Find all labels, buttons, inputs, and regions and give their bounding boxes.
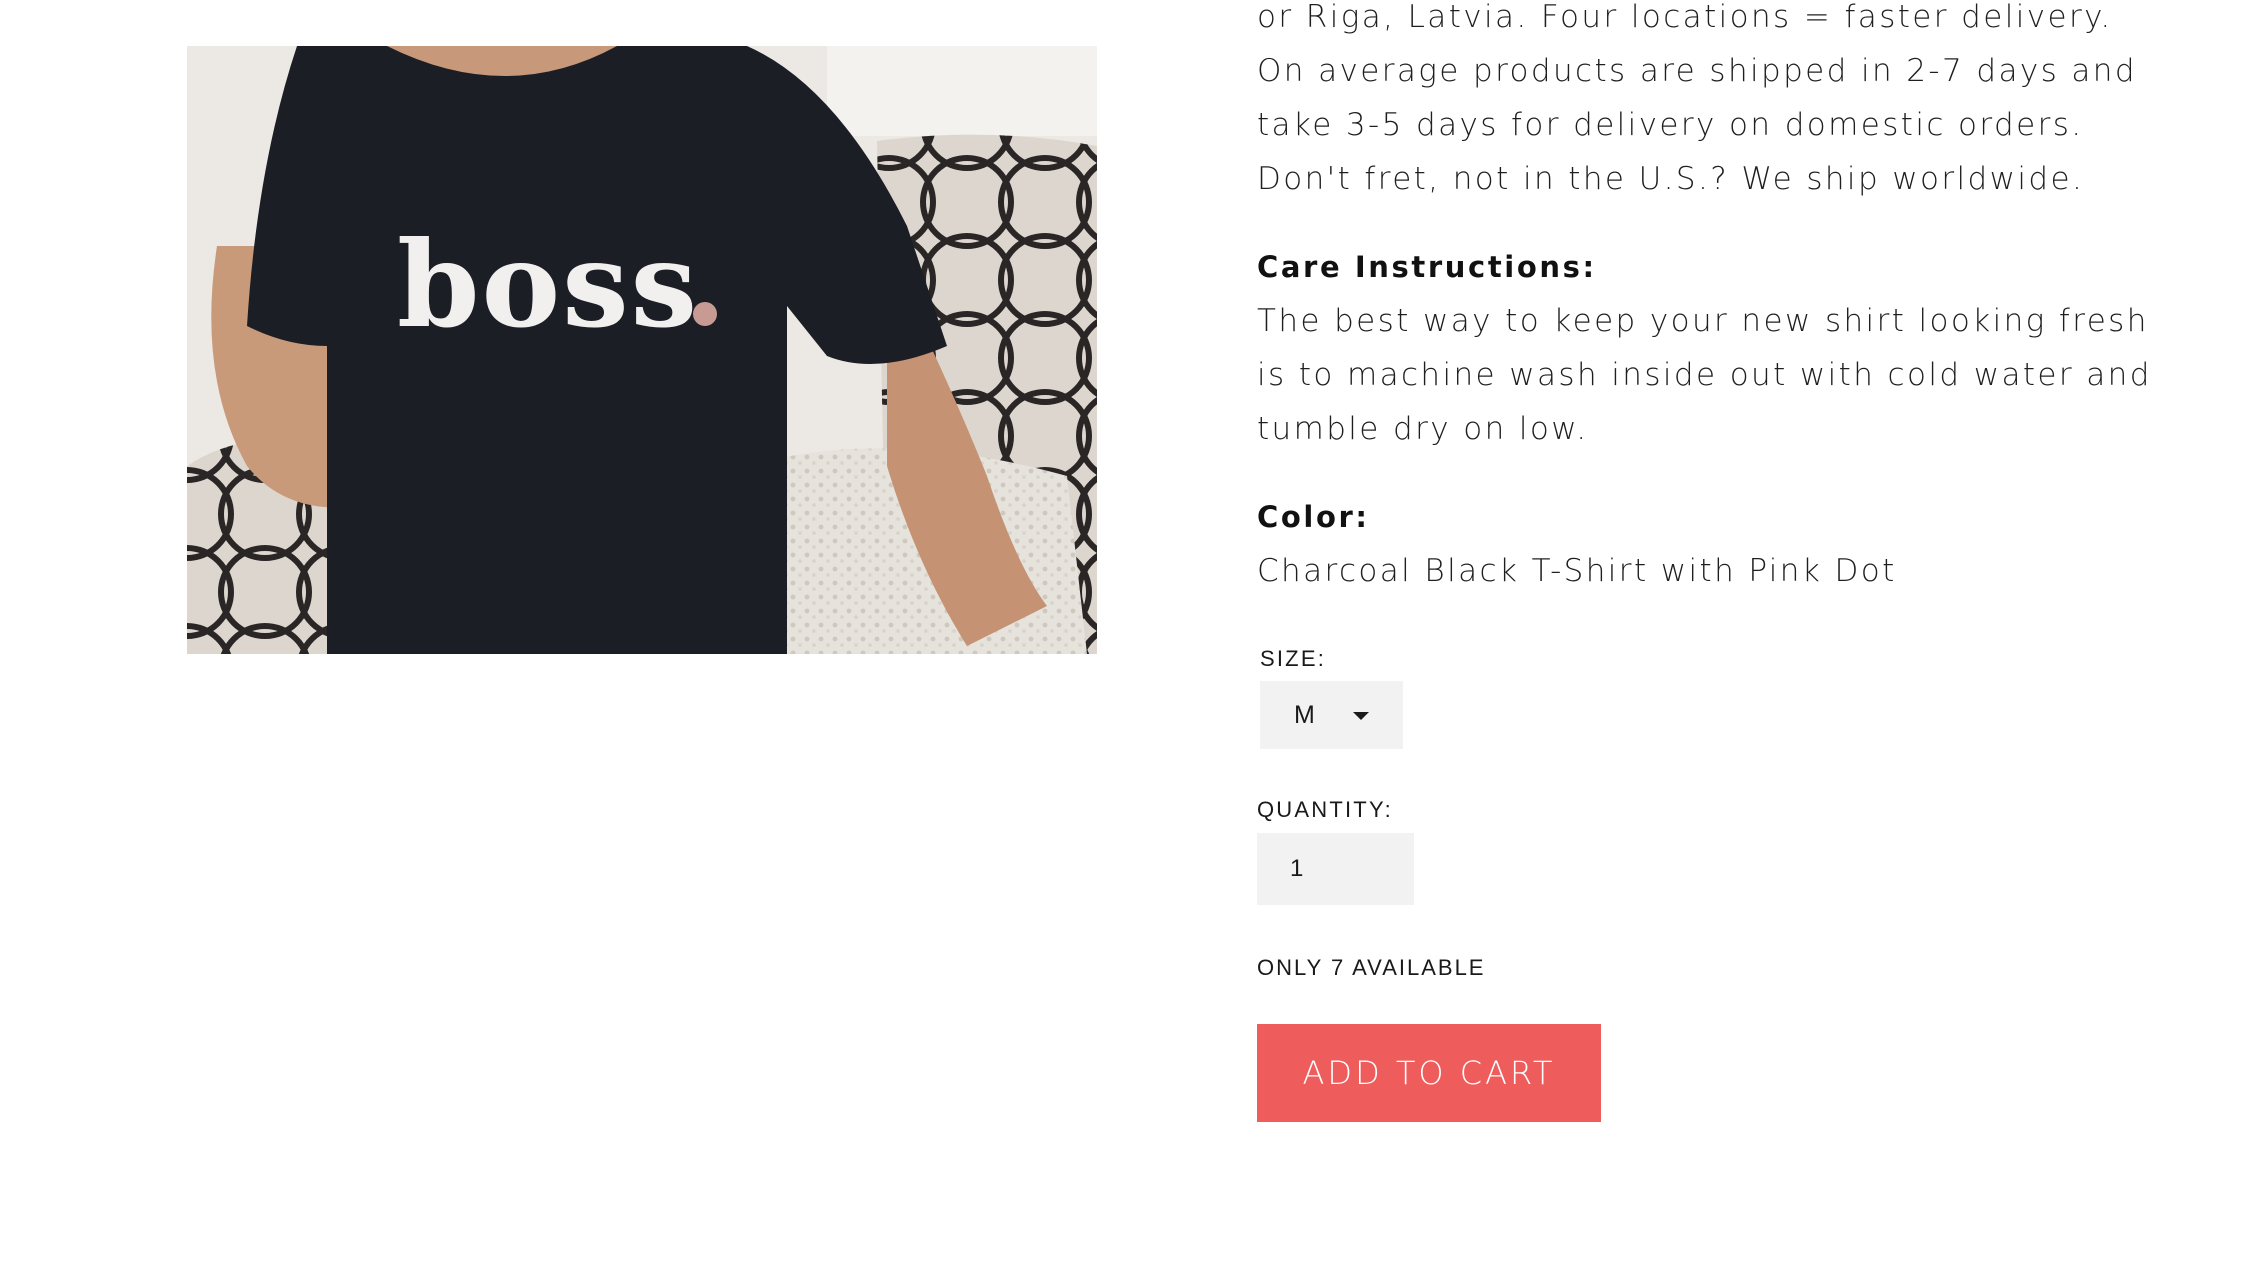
add-to-cart-button[interactable]: ADD TO CART <box>1257 1024 1601 1122</box>
description-line: On average products are shipped in 2-7 d… <box>1257 53 2137 89</box>
shipping-description: or Riga, Latvia. Four locations = faster… <box>1257 0 2137 206</box>
description-line: Don't fret, not in the U.S.? We ship wor… <box>1257 161 2085 197</box>
product-image[interactable]: boss <box>187 46 1097 654</box>
size-label: SIZE: <box>1260 646 1327 671</box>
description-line: Charcoal Black T-Shirt with Pink Dot <box>1257 553 1897 589</box>
care-instructions-heading: Care Instructions: <box>1257 250 1597 284</box>
product-page: boss or Riga, Latvia. Four locations = f… <box>0 0 2264 1262</box>
description-line: take 3-5 days for delivery on domestic o… <box>1257 107 2084 143</box>
description-line: The best way to keep your new shirt look… <box>1257 303 2149 339</box>
quantity-label: QUANTITY: <box>1257 797 1393 822</box>
color-value: Charcoal Black T-Shirt with Pink Dot <box>1257 544 1897 598</box>
size-selected-value: M <box>1294 701 1315 729</box>
shirt-pink-dot <box>693 302 717 326</box>
description-line: tumble dry on low. <box>1257 411 1589 447</box>
description-line: is to machine wash inside out with cold … <box>1257 357 2152 393</box>
description-line: or Riga, Latvia. Four locations = faster… <box>1257 0 2113 35</box>
stock-availability: ONLY 7 AVAILABLE <box>1257 955 1486 980</box>
care-instructions-text: The best way to keep your new shirt look… <box>1257 294 2152 456</box>
size-select[interactable]: M <box>1260 681 1403 749</box>
shirt-print-text: boss <box>397 215 700 354</box>
color-heading: Color: <box>1257 500 1370 534</box>
quantity-input[interactable] <box>1257 833 1414 905</box>
chevron-down-icon <box>1353 712 1369 720</box>
